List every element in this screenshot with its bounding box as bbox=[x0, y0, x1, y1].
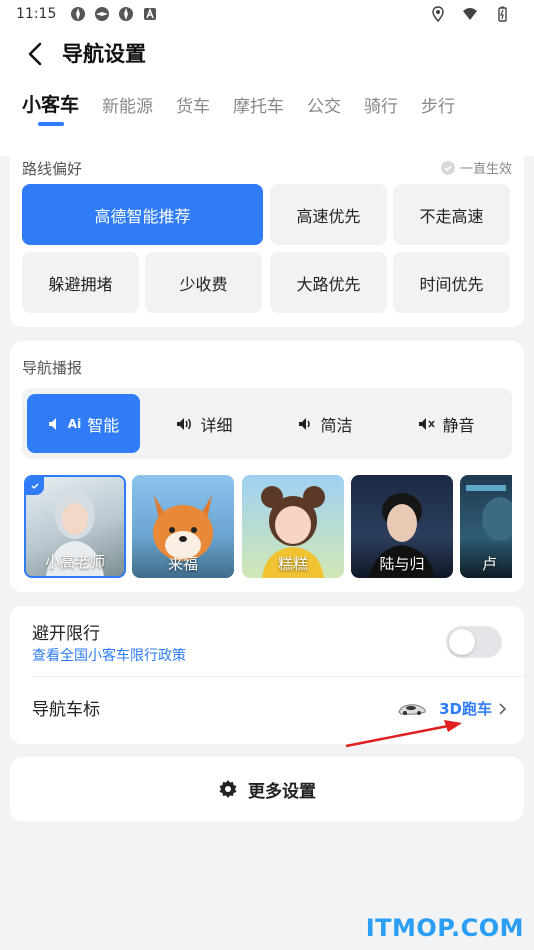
voice-mode-detailed[interactable]: 详细 bbox=[148, 394, 261, 453]
always-effective-label: 一直生效 bbox=[459, 162, 512, 177]
avoid-restriction-title: 避开限行 bbox=[32, 624, 100, 644]
location-icon bbox=[432, 6, 444, 22]
tab-cycling[interactable]: 骑行 bbox=[364, 90, 398, 126]
a-badge-icon bbox=[144, 7, 157, 20]
route-option-time-first[interactable]: 时间优先 bbox=[393, 252, 510, 313]
voice-broadcast-title: 导航播报 bbox=[22, 359, 83, 377]
route-option-avoid-congestion[interactable]: 躲避拥堵 bbox=[22, 252, 139, 313]
voice-mode-label: 智能 bbox=[87, 415, 120, 435]
sports-car-icon bbox=[398, 703, 426, 715]
voice-avatar-gaogao[interactable]: 糕糕 bbox=[242, 475, 344, 578]
route-option-smart[interactable]: 高德智能推荐 bbox=[22, 184, 263, 245]
route-preference-title: 路线偏好 bbox=[22, 160, 83, 178]
voice-mode-mute[interactable]: 静音 bbox=[390, 394, 503, 453]
voice-mode-label: 简洁 bbox=[320, 415, 353, 435]
vehicle-tabs: 小客车 新能源 货车 摩托车 公交 骑行 步行 bbox=[22, 90, 478, 126]
chevron-right-icon bbox=[499, 702, 507, 715]
status-time: 11:15 bbox=[16, 6, 57, 22]
voice-mode-label: 详细 bbox=[200, 415, 233, 435]
speaker-mute-icon bbox=[419, 417, 436, 430]
page-title: 导航设置 bbox=[62, 42, 146, 66]
voice-avatar-luyugui[interactable]: 陆与归 bbox=[351, 475, 453, 578]
annotation-arrow-icon bbox=[345, 720, 462, 748]
app-notification-icon bbox=[71, 7, 86, 21]
speaker-loud-icon bbox=[177, 417, 192, 430]
wifi-icon bbox=[463, 8, 477, 20]
toggle-knob bbox=[449, 629, 475, 655]
car-icon-title: 导航车标 bbox=[32, 700, 100, 720]
selected-check-icon bbox=[26, 477, 44, 495]
route-option-main-road[interactable]: 大路优先 bbox=[270, 252, 387, 313]
restriction-policy-link[interactable]: 查看全国小客车限行政策 bbox=[32, 645, 186, 665]
route-option-less-toll[interactable]: 少收费 bbox=[145, 252, 262, 313]
avatar-name: 卢 bbox=[482, 555, 498, 573]
avatar-name: 陆与归 bbox=[379, 555, 425, 573]
ai-badge: Ai bbox=[67, 416, 82, 431]
app-notification-icon bbox=[95, 7, 110, 21]
voice-avatar-lu[interactable]: 卢 bbox=[460, 475, 512, 578]
check-icon bbox=[440, 160, 455, 175]
voice-avatar-laifu[interactable]: 来福 bbox=[132, 475, 234, 578]
voice-mode-selector: Ai 智能 详细 简洁 静音 bbox=[22, 388, 512, 459]
more-settings-label: 更多设置 bbox=[248, 781, 316, 802]
battery-icon bbox=[498, 6, 507, 22]
watermark: ITMOP.COM bbox=[365, 914, 524, 942]
speaker-low-icon bbox=[299, 417, 311, 430]
voice-broadcast-card: 导航播报 Ai 智能 详细 简洁 静音 小高老师 来福 糕糕 陆与归 卢 bbox=[10, 341, 524, 592]
voice-avatar-list: 小高老师 来福 糕糕 陆与归 卢 bbox=[22, 475, 512, 579]
voice-mode-label: 静音 bbox=[442, 415, 475, 435]
header: 导航设置 小客车 新能源 货车 摩托车 公交 骑行 步行 bbox=[0, 28, 534, 156]
app-notification-icon bbox=[119, 7, 134, 21]
tab-new-energy[interactable]: 新能源 bbox=[102, 90, 153, 126]
voice-avatar-xiaogao[interactable]: 小高老师 bbox=[24, 475, 126, 578]
route-preference-card: 路线偏好 一直生效 高德智能推荐 高速优先 不走高速 躲避拥堵 少收费 大路优先… bbox=[10, 142, 524, 327]
divider bbox=[32, 676, 524, 677]
tab-truck[interactable]: 货车 bbox=[176, 90, 210, 126]
avatar-name: 小高老师 bbox=[44, 553, 105, 571]
speaker-icon bbox=[48, 417, 56, 430]
avoid-restriction-toggle[interactable] bbox=[446, 626, 502, 658]
gear-icon bbox=[219, 780, 237, 798]
route-option-no-highway[interactable]: 不走高速 bbox=[393, 184, 510, 245]
back-arrow-icon[interactable] bbox=[22, 40, 50, 68]
tab-car[interactable]: 小客车 bbox=[22, 90, 79, 126]
voice-mode-smart[interactable]: Ai 智能 bbox=[27, 394, 140, 453]
status-bar: 11:15 bbox=[0, 0, 534, 28]
route-option-highway-first[interactable]: 高速优先 bbox=[270, 184, 387, 245]
always-effective-option[interactable]: 一直生效 bbox=[440, 158, 512, 177]
avatar-name: 来福 bbox=[167, 555, 198, 573]
tab-motorcycle[interactable]: 摩托车 bbox=[233, 90, 284, 126]
more-settings-button[interactable]: 更多设置 bbox=[10, 757, 524, 821]
tab-bus[interactable]: 公交 bbox=[307, 90, 341, 126]
tab-walking[interactable]: 步行 bbox=[421, 90, 455, 126]
avatar-name: 糕糕 bbox=[277, 555, 308, 573]
voice-mode-concise[interactable]: 简洁 bbox=[269, 394, 382, 453]
